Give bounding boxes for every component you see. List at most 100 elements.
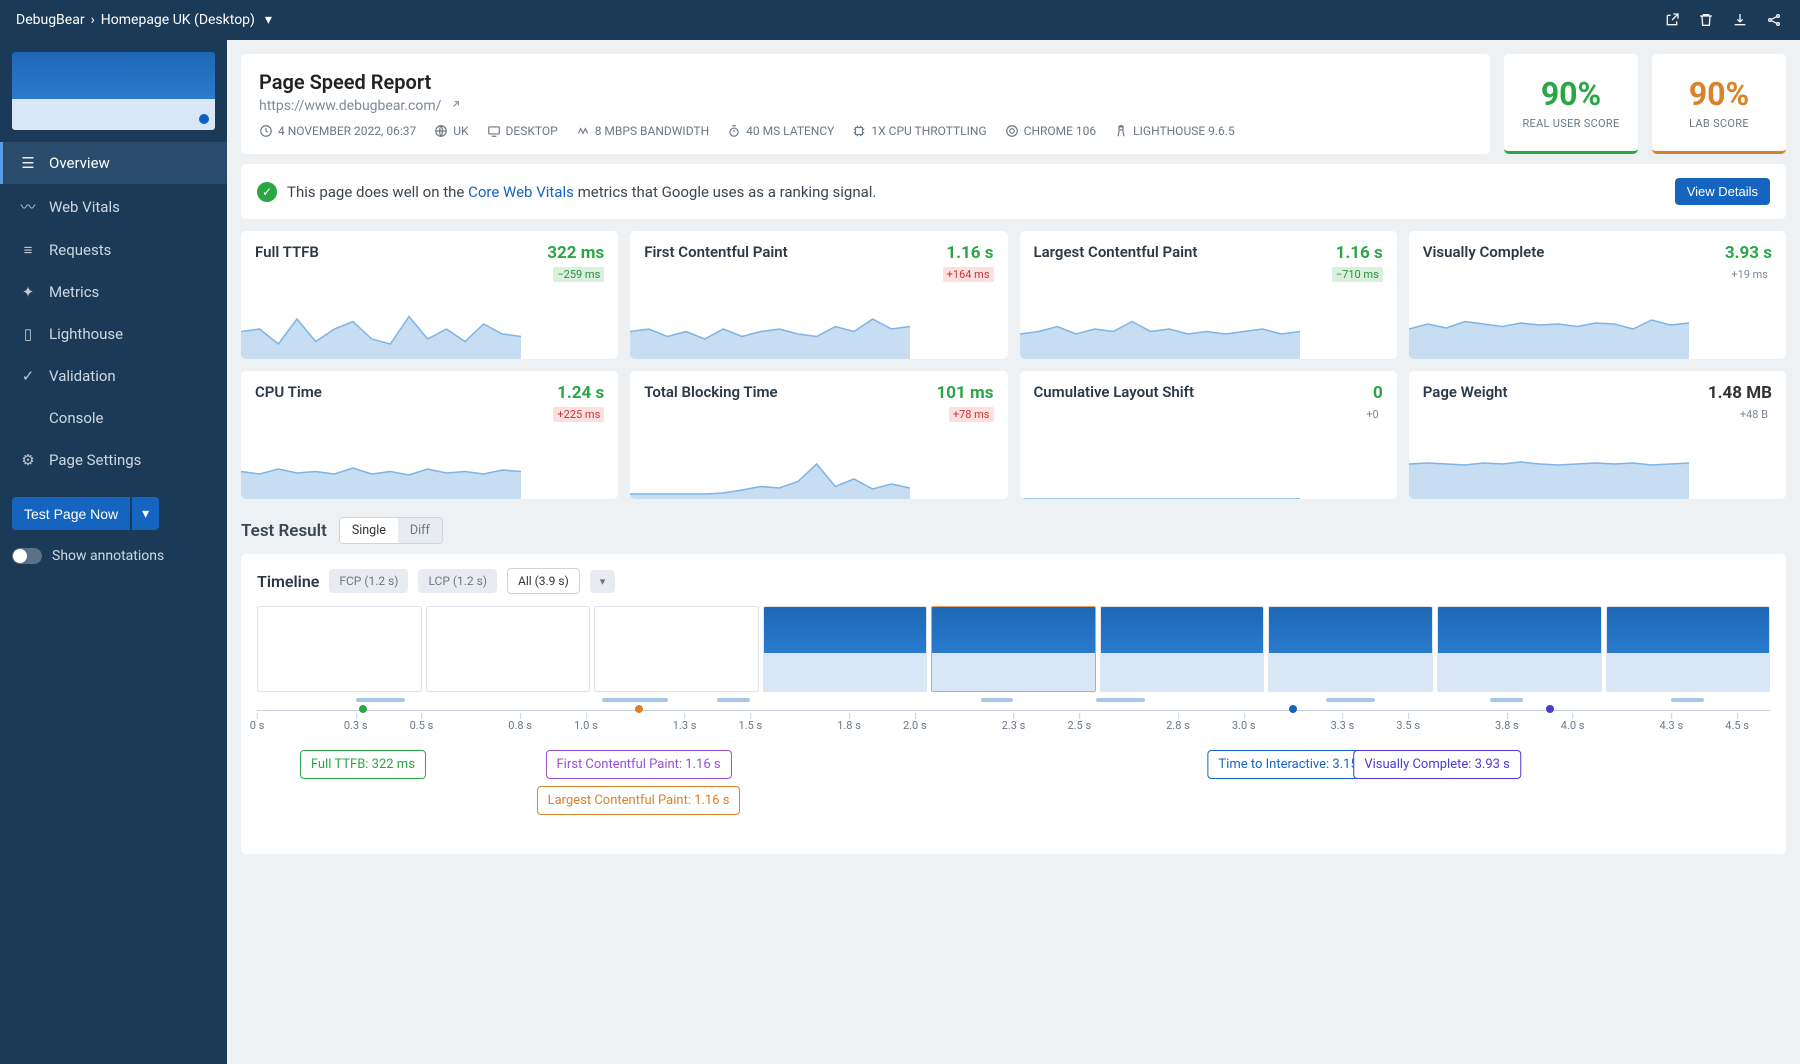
timeline-tick: 4.3 s (1659, 719, 1683, 732)
metric-card-visually-complete[interactable]: Visually Complete3.93 s+19 ms (1409, 231, 1786, 359)
sidebar-item-overview[interactable]: ☰Overview (0, 142, 227, 184)
metric-value: 101 ms (937, 383, 994, 403)
metric-value: 1.16 s (1336, 243, 1383, 263)
chevron-down-icon[interactable]: ▾ (265, 12, 272, 28)
timeline-tick: 0 s (250, 719, 265, 732)
metric-card-page-weight[interactable]: Page Weight1.48 MB+48 B (1409, 371, 1786, 499)
timeline-marker (635, 705, 643, 713)
timeline-event-label[interactable]: Visually Complete: 3.93 s (1353, 750, 1521, 779)
open-external-icon[interactable] (447, 100, 460, 113)
page-thumbnail[interactable] (12, 52, 215, 130)
core-web-vitals-link[interactable]: Core Web Vitals (468, 183, 574, 201)
timeline-event-label[interactable]: Largest Contentful Paint: 1.16 s (537, 786, 741, 815)
metric-value: 1.48 MB (1708, 383, 1772, 403)
timeline-frame[interactable] (1437, 606, 1602, 692)
metric-delta: +164 ms (943, 267, 994, 282)
metric-delta: −259 ms (553, 267, 604, 282)
timeline-title: Timeline (257, 572, 319, 591)
share-icon[interactable] (1764, 10, 1784, 30)
timeline-activity-bar (1096, 698, 1145, 702)
open-external-icon[interactable] (1662, 10, 1682, 30)
meta-region: UK (434, 124, 468, 138)
real-user-score-card[interactable]: 90% REAL USER SCORE (1504, 54, 1638, 154)
timeline-frame[interactable] (931, 606, 1096, 692)
timeline-frame[interactable] (594, 606, 759, 692)
sidebar-item-validation[interactable]: ✓Validation (0, 355, 227, 397)
metric-card-total-blocking-time[interactable]: Total Blocking Time101 ms+78 ms (630, 371, 1007, 499)
timeline-tick: 3.5 s (1396, 719, 1420, 732)
report-url[interactable]: https://www.debugbear.com/ (259, 98, 441, 114)
gear-icon: ⚙ (19, 451, 37, 469)
timeline-chip-lcp[interactable]: LCP (1.2 s) (418, 569, 497, 593)
metric-title: Cumulative Layout Shift (1034, 383, 1383, 401)
spark-icon: ✦ (19, 283, 37, 301)
metric-card-full-ttfb[interactable]: Full TTFB322 ms−259 ms (241, 231, 618, 359)
test-page-dropdown[interactable]: ▾ (132, 497, 159, 530)
metric-delta: +225 ms (553, 407, 604, 422)
list-icon: ≡ (19, 241, 37, 259)
metric-value: 322 ms (547, 243, 604, 263)
metric-card-largest-contentful-paint[interactable]: Largest Contentful Paint1.16 s−710 ms (1020, 231, 1397, 359)
sidebar-item-metrics[interactable]: ✦Metrics (0, 271, 227, 313)
check-circle-icon: ✓ (19, 367, 37, 385)
tab-diff[interactable]: Diff (398, 518, 442, 543)
trash-icon[interactable] (1696, 10, 1716, 30)
meta-bandwidth: 8 MBPS BANDWIDTH (576, 124, 709, 138)
metric-sparkline (1020, 449, 1300, 499)
sidebar-item-label: Page Settings (49, 451, 141, 469)
metric-sparkline (1409, 449, 1689, 499)
real-user-score-value: 90% (1541, 75, 1601, 113)
sidebar-item-console[interactable]: Console (0, 397, 227, 439)
sidebar-item-label: Console (49, 409, 104, 427)
timeline-tick: 3.3 s (1331, 719, 1355, 732)
page-title: Page Speed Report (259, 70, 1472, 94)
metric-title: CPU Time (255, 383, 604, 401)
lighthouse-icon: ▯ (19, 325, 37, 343)
timeline-activity-bar (1671, 698, 1704, 702)
timeline-frame[interactable] (426, 606, 591, 692)
meta-browser: CHROME 106 (1005, 124, 1097, 138)
timeline-frame[interactable] (1268, 606, 1433, 692)
metric-value: 1.16 s (946, 243, 993, 263)
sidebar-item-label: Web Vitals (49, 198, 120, 216)
lab-score-label: LAB SCORE (1689, 117, 1749, 130)
timeline-tick: 1.5 s (739, 719, 763, 732)
timeline-event-label[interactable]: Full TTFB: 322 ms (300, 750, 426, 779)
tab-single[interactable]: Single (340, 518, 398, 543)
sidebar-item-page-settings[interactable]: ⚙ Page Settings (0, 439, 227, 481)
sidebar-item-requests[interactable]: ≡Requests (0, 229, 227, 271)
metric-card-first-contentful-paint[interactable]: First Contentful Paint1.16 s+164 ms (630, 231, 1007, 359)
metric-card-cumulative-layout-shift[interactable]: Cumulative Layout Shift0+0 (1020, 371, 1397, 499)
test-result-title: Test Result (241, 521, 327, 541)
lab-score-card[interactable]: 90% LAB SCORE (1652, 54, 1786, 154)
metric-card-cpu-time[interactable]: CPU Time1.24 s+225 ms (241, 371, 618, 499)
pulse-icon: 〰 (19, 196, 37, 217)
metric-sparkline (630, 309, 910, 359)
breadcrumb[interactable]: DebugBear › Homepage UK (Desktop) ▾ (16, 12, 272, 28)
test-result-tabs: Single Diff (339, 517, 443, 544)
metric-sparkline (241, 309, 521, 359)
timeline-chip-all[interactable]: All (3.9 s) (507, 568, 580, 594)
timeline-tick: 1.3 s (673, 719, 697, 732)
download-icon[interactable] (1730, 10, 1750, 30)
sidebar-item-web-vitals[interactable]: 〰 Web Vitals (0, 184, 227, 229)
sidebar-item-lighthouse[interactable]: ▯Lighthouse (0, 313, 227, 355)
timeline-frame[interactable] (257, 606, 422, 692)
timeline-dropdown[interactable]: ▾ (590, 570, 616, 593)
timeline-frame[interactable] (1100, 606, 1265, 692)
timeline-tick: 0.5 s (410, 719, 434, 732)
annotations-toggle[interactable] (12, 548, 42, 564)
timeline-marker (359, 705, 367, 713)
timeline-tick: 1.8 s (837, 719, 861, 732)
timeline-event-label[interactable]: First Contentful Paint: 1.16 s (545, 750, 731, 779)
timeline-chip-fcp[interactable]: FCP (1.2 s) (329, 569, 408, 593)
view-details-button[interactable]: View Details (1675, 178, 1770, 205)
breadcrumb-page: Homepage UK (Desktop) (101, 12, 255, 28)
metric-sparkline (1020, 309, 1300, 359)
timeline-frame[interactable] (1606, 606, 1771, 692)
metric-sparkline (241, 449, 521, 499)
timeline-activity-bar (602, 698, 668, 702)
timeline-activity-bar (356, 698, 405, 702)
test-page-button[interactable]: Test Page Now (12, 497, 130, 530)
timeline-frame[interactable] (763, 606, 928, 692)
